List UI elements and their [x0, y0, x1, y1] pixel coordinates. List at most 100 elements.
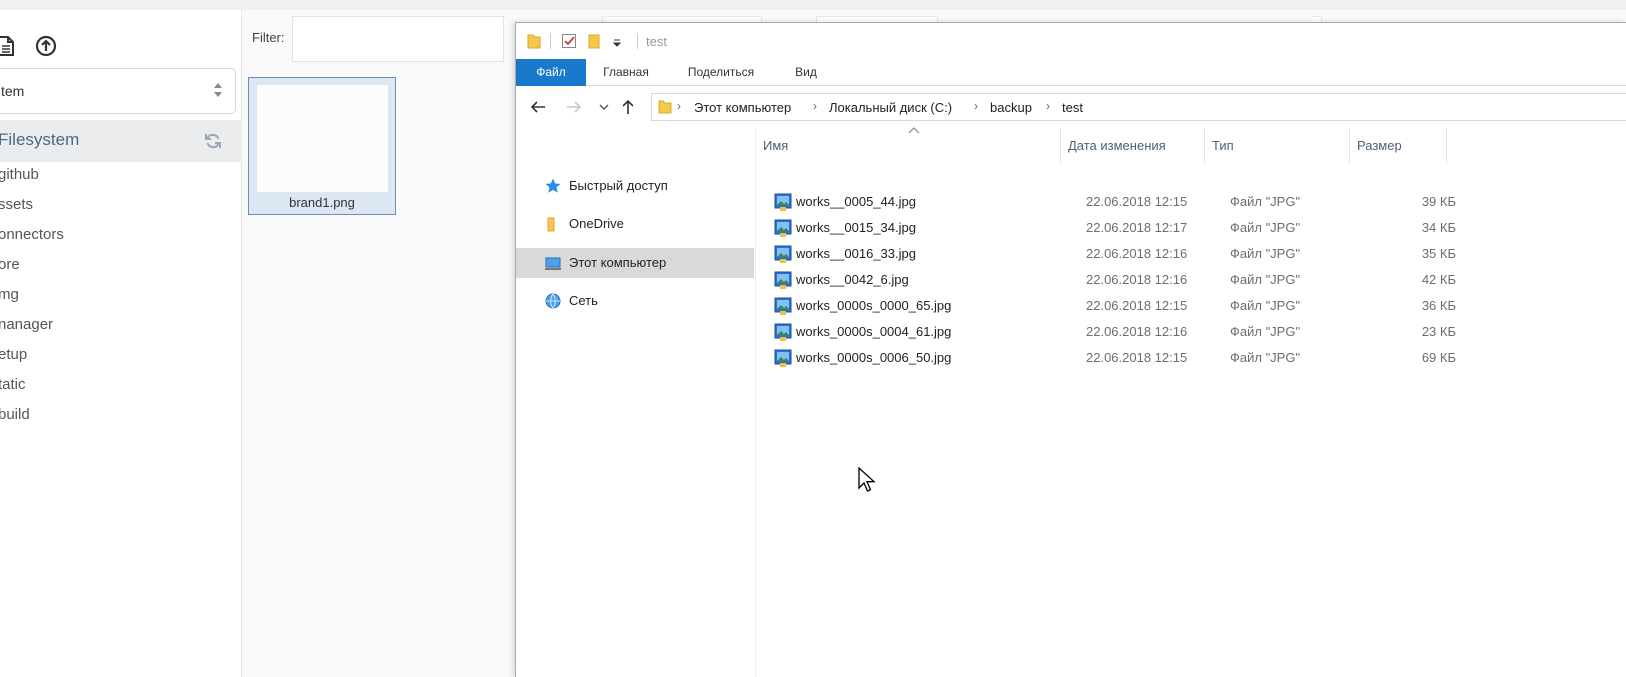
file-date: 22.06.2018 12:16 [1086, 324, 1188, 339]
nav-item-label: Быстрый доступ [569, 178, 668, 193]
image-file-icon [774, 270, 792, 290]
tree-item[interactable]: tatic [0, 376, 26, 393]
column-header-date[interactable]: Дата изменения [1061, 128, 1205, 164]
refresh-icon[interactable] [204, 132, 222, 150]
nav-item-onedrive[interactable]: OneDrive [516, 209, 754, 239]
nav-item-this-pc[interactable]: Этот компьютер [516, 248, 754, 278]
upload-icon[interactable] [34, 34, 58, 58]
file-date: 22.06.2018 12:17 [1086, 220, 1188, 235]
file-icon[interactable] [0, 34, 18, 58]
file-size: 39 КБ [1421, 194, 1456, 209]
mouse-cursor-icon [858, 466, 876, 493]
file-date: 22.06.2018 12:15 [1086, 298, 1188, 313]
new-folder-icon[interactable] [586, 32, 602, 53]
breadcrumb-local-disk[interactable]: Локальный диск (C:) [829, 100, 952, 115]
back-icon[interactable] [529, 98, 547, 116]
media-source-select[interactable]: tem [0, 68, 236, 114]
tab-view[interactable]: Вид [776, 59, 836, 86]
file-tree-panel: tem Filesystem github ssets onnectors or… [0, 10, 242, 677]
nav-item-quick-access[interactable]: Быстрый доступ [516, 171, 754, 201]
tab-home[interactable]: Главная [586, 59, 666, 86]
file-row[interactable]: works__0005_44.jpg 22.06.2018 12:15 Файл "… [756, 189, 1626, 215]
recent-locations-icon[interactable] [598, 98, 610, 116]
qat-dropdown-icon[interactable] [612, 36, 622, 51]
file-row[interactable]: works_0000s_0004_61.jpg 22.06.2018 12:16 Ф… [756, 319, 1626, 345]
tab-file[interactable]: Файл [516, 59, 586, 86]
divider [637, 33, 638, 49]
tree-item[interactable]: onnectors [0, 226, 64, 243]
column-header-name[interactable]: Имя [756, 128, 1061, 164]
folder-icon [526, 32, 542, 53]
filter-input[interactable] [292, 16, 504, 62]
file-date: 22.06.2018 12:15 [1086, 350, 1188, 365]
file-row[interactable]: works__0042_6.jpg 22.06.2018 12:16 Файл "J… [756, 267, 1626, 293]
breadcrumb-chevron-icon[interactable]: › [813, 99, 817, 113]
thumbnail-preview [257, 85, 388, 192]
file-size: 35 КБ [1421, 246, 1456, 261]
file-size: 23 КБ [1421, 324, 1456, 339]
star-icon [544, 177, 562, 195]
file-type: Файл "JPG" [1230, 350, 1301, 365]
file-name: works__0015_34.jpg [796, 220, 916, 235]
tree-item[interactable]: github [0, 166, 39, 183]
file-name: works_0000s_0000_65.jpg [796, 298, 952, 313]
tab-share[interactable]: Поделиться [666, 59, 776, 86]
media-source-value: tem [1, 83, 25, 99]
breadcrumb-chevron-icon[interactable]: › [677, 99, 681, 113]
breadcrumb-chevron-icon[interactable]: › [974, 99, 978, 113]
computer-icon [544, 254, 562, 272]
nav-item-network[interactable]: Сеть [516, 286, 754, 316]
file-list: Имя Дата изменения Тип Размер works__000… [756, 127, 1626, 677]
file-thumbnail[interactable]: brand1.png [248, 77, 396, 215]
address-bar[interactable]: › Этот компьютер › Локальный диск (C:) ›… [651, 93, 1626, 121]
file-date: 22.06.2018 12:16 [1086, 272, 1188, 287]
nav-item-label: Сеть [569, 293, 598, 308]
breadcrumb-backup[interactable]: backup [990, 100, 1032, 115]
file-date: 22.06.2018 12:15 [1086, 194, 1188, 209]
column-header-type[interactable]: Тип [1205, 128, 1350, 164]
tree-root-label: Filesystem [0, 130, 80, 149]
column-header-size[interactable]: Размер [1350, 128, 1447, 164]
forward-icon[interactable] [565, 98, 583, 116]
file-name: works__0016_33.jpg [796, 246, 916, 261]
file-size: 34 КБ [1421, 220, 1456, 235]
file-type: Файл "JPG" [1230, 246, 1301, 261]
explorer-title-bar: test [516, 23, 1626, 59]
breadcrumb-chevron-icon[interactable]: › [1046, 99, 1050, 113]
ribbon-tabs: Файл Главная Поделиться Вид [516, 59, 1626, 86]
tree-item[interactable]: build [0, 406, 30, 423]
file-row[interactable]: works_0000s_0000_65.jpg 22.06.2018 12:15 Ф… [756, 293, 1626, 319]
select-arrows-icon [213, 79, 223, 101]
image-file-icon [774, 218, 792, 238]
properties-icon[interactable] [561, 32, 577, 53]
image-file-icon [774, 192, 792, 212]
file-type: Файл "JPG" [1230, 272, 1301, 287]
file-type: Файл "JPG" [1230, 220, 1301, 235]
file-row[interactable]: works__0015_34.jpg 22.06.2018 12:17 Файл "… [756, 215, 1626, 241]
file-name: works__0005_44.jpg [796, 194, 916, 209]
explorer-window: test Файл Главная Поделиться Вид › Этот … [515, 22, 1626, 677]
tree-root-filesystem[interactable]: Filesystem [0, 120, 242, 162]
app-top-strip [0, 0, 1626, 10]
thumbnail-filename: brand1.png [289, 195, 355, 210]
nav-item-label: OneDrive [569, 216, 624, 231]
tree-item[interactable]: etup [0, 346, 27, 363]
up-icon[interactable] [619, 98, 637, 116]
tree-item[interactable]: ssets [0, 196, 33, 213]
image-file-icon [774, 244, 792, 264]
network-icon [544, 292, 562, 310]
image-file-icon [774, 322, 792, 342]
image-file-icon [774, 296, 792, 316]
breadcrumb-test[interactable]: test [1062, 100, 1083, 115]
file-row[interactable]: works__0016_33.jpg 22.06.2018 12:16 Файл "… [756, 241, 1626, 267]
file-name: works__0042_6.jpg [796, 272, 909, 287]
file-name: works_0000s_0006_50.jpg [796, 350, 952, 365]
tree-item[interactable]: mg [0, 286, 19, 303]
breadcrumb-this-pc[interactable]: Этот компьютер [694, 100, 791, 115]
filter-label: Filter: [252, 30, 285, 45]
folder-icon [658, 99, 672, 118]
tree-item[interactable]: ore [0, 256, 20, 273]
file-type: Файл "JPG" [1230, 298, 1301, 313]
file-row[interactable]: works_0000s_0006_50.jpg 22.06.2018 12:15 Ф… [756, 345, 1626, 371]
tree-item[interactable]: nanager [0, 316, 53, 333]
